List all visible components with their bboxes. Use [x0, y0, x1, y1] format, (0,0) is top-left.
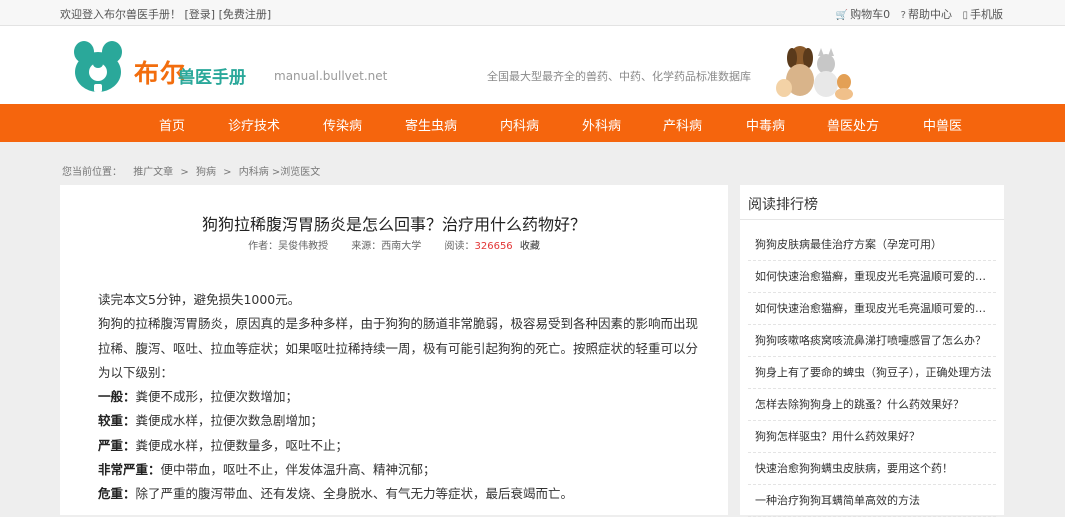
rank-item[interactable]: 一种治疗狗狗耳螨简单高效的方法	[748, 485, 996, 517]
article-source: 来源：西南大学	[351, 241, 422, 252]
nav-obstetric[interactable]: 产科病	[663, 115, 702, 134]
mobile-link[interactable]: ▯ 手机版	[962, 8, 1003, 21]
severity-name: 一般：	[98, 389, 136, 405]
mobile-icon: ▯	[962, 10, 968, 21]
severity-level: 一般：粪便不成形，拉便次数增加；	[98, 385, 698, 409]
rank-item[interactable]: 怎样去除狗狗身上的跳蚤？什么药效果好？	[748, 389, 996, 421]
help-icon: ?	[900, 10, 906, 21]
article-body: 读完本文5分钟，避免损失1000元。 狗狗的拉稀腹泻胃肠炎，原因真的是多种多样，…	[98, 288, 698, 507]
rank-item[interactable]: 狗身上有了要命的蜱虫（狗豆子），正确处理方法	[748, 357, 996, 389]
breadcrumb-current: >浏览医文	[271, 167, 321, 178]
article-paragraph: 狗狗的拉稀腹泻胃肠炎，原因真的是多种多样，由于狗狗的肠道非常脆弱，极容易受到各种…	[98, 316, 699, 380]
help-link[interactable]: ? 帮助中心	[901, 8, 952, 21]
welcome-text: 欢迎登入布尔兽医手册！	[60, 8, 181, 21]
rank-title: 阅读排行榜	[748, 197, 818, 213]
nav-infectious[interactable]: 传染病	[323, 115, 362, 134]
rank-list: 狗狗皮肤病最佳治疗方案（孕宠可用） 如何快速治愈猫癣，重现皮光毛亮温顺可爱的猫咪…	[748, 229, 996, 517]
breadcrumb-label: 您当前位置：	[62, 167, 122, 178]
breadcrumb-separator: >	[180, 167, 189, 178]
breadcrumb: 您当前位置： 推广文章 > 狗病 > 内科病 >浏览医文	[62, 163, 320, 178]
severity-desc: 粪便成水样，拉便次数急剧增加；	[135, 413, 324, 429]
login-link[interactable]: [登录]	[185, 8, 216, 21]
article-meta: 作者：吴俊伟教授 来源：西南大学 阅读：326656 收藏	[60, 237, 728, 252]
rank-item[interactable]: 如何快速治愈猫癣，重现皮光毛亮温顺可爱的猫咪	[748, 261, 996, 293]
nav-surgical[interactable]: 外科病	[582, 115, 621, 134]
article-views-label: 阅读：	[444, 241, 475, 252]
header-slogan: 全国最大型最齐全的兽药、中药、化学药品标准数据库	[487, 70, 751, 83]
nav-tcvm[interactable]: 中兽医	[923, 115, 962, 134]
severity-desc: 除了严重的腹泻带血、还有发烧、全身脱水、有气无力等症状，最后衰竭而亡。	[135, 486, 574, 502]
breadcrumb-separator: >	[223, 167, 232, 178]
breadcrumb-item[interactable]: 内科病	[239, 167, 269, 178]
logo-url: manual.bullvet.net	[274, 69, 388, 83]
rank-item[interactable]: 快速治愈狗狗螨虫皮肤病，要用这个药！	[748, 453, 996, 485]
rank-item[interactable]: 如何快速治愈猫癣，重现皮光毛亮温顺可爱的猫咪	[748, 293, 996, 325]
pets-illustration	[776, 46, 853, 100]
article-intro: 读完本文5分钟，避免损失1000元。	[98, 292, 301, 307]
rank-item[interactable]: 狗狗咳嗽咯痰窝咳流鼻涕打喷嚏感冒了怎么办？	[748, 325, 996, 357]
rank-item[interactable]: 狗狗怎样驱虫？用什么药效果好？	[748, 421, 996, 453]
rank-item[interactable]: 狗狗皮肤病最佳治疗方案（孕宠可用）	[748, 229, 996, 261]
help-label: 帮助中心	[907, 8, 952, 21]
top-bar: 欢迎登入布尔兽医手册！ [登录] [免费注册] 🛒 购物车0 ? 帮助中心 ▯ 手机版	[0, 0, 1065, 26]
register-link[interactable]: [免费注册]	[219, 8, 272, 21]
severity-desc: 粪便不成形，拉便次数增加；	[135, 389, 299, 405]
nav-parasitic[interactable]: 寄生虫病	[405, 115, 457, 134]
reading-rank-panel: 阅读排行榜 狗狗皮肤病最佳治疗方案（孕宠可用） 如何快速治愈猫癣，重现皮光毛亮温…	[740, 185, 1004, 517]
severity-level: 危重：除了严重的腹泻带血、还有发烧、全身脱水、有气无力等症状，最后衰竭而亡。	[98, 482, 698, 506]
severity-name: 危重：	[98, 486, 136, 502]
article-panel: 狗狗拉稀腹泻胃肠炎是怎么回事？治疗用什么药物好？ 作者：吴俊伟教授 来源：西南大…	[60, 185, 728, 515]
mobile-label: 手机版	[970, 8, 1003, 21]
nav-poisoning[interactable]: 中毒病	[746, 115, 785, 134]
nav-internal[interactable]: 内科病	[500, 115, 539, 134]
severity-name: 非常严重：	[98, 462, 161, 478]
top-links: 🛒 购物车0 ? 帮助中心 ▯ 手机版	[829, 6, 1003, 22]
nav-prescription[interactable]: 兽医处方	[827, 115, 879, 134]
logo-subtitle: 兽医手册	[178, 68, 246, 88]
severity-name: 严重：	[98, 437, 136, 453]
severity-level: 严重：粪便成水样，拉便数量多，呕吐不止；	[98, 434, 698, 458]
cart-icon: 🛒	[835, 10, 849, 21]
cart-link[interactable]: 🛒 购物车0	[836, 8, 890, 21]
nav-diagnosis[interactable]: 诊疗技术	[228, 115, 280, 134]
article-author: 作者：吴俊伟教授	[248, 241, 329, 252]
severity-level: 较重：粪便成水样，拉便次数急剧增加；	[98, 409, 698, 433]
severity-level: 非常严重：便中带血，呕吐不止，伴发体温升高、精神沉郁；	[98, 458, 698, 482]
severity-name: 较重：	[98, 413, 136, 429]
breadcrumb-item[interactable]: 狗病	[196, 167, 216, 178]
nav-home[interactable]: 首页	[159, 115, 185, 134]
site-header: 布尔 兽医手册 manual.bullvet.net 全国最大型最齐全的兽药、中…	[0, 26, 1065, 104]
welcome-area: 欢迎登入布尔兽医手册！ [登录] [免费注册]	[60, 6, 271, 22]
main-nav: 首页 诊疗技术 传染病 寄生虫病 内科病 外科病 产科病 中毒病 兽医处方 中兽…	[0, 104, 1065, 142]
rank-header: 阅读排行榜	[740, 185, 1004, 220]
article-views: 326656	[474, 241, 513, 252]
breadcrumb-item[interactable]: 推广文章	[133, 167, 173, 178]
favorite-button[interactable]: 收藏	[520, 241, 540, 252]
article-title: 狗狗拉稀腹泻胃肠炎是怎么回事？治疗用什么药物好？	[201, 215, 586, 234]
severity-desc: 粪便成水样，拉便数量多，呕吐不止；	[135, 437, 349, 453]
cart-label: 购物车0	[850, 8, 891, 21]
severity-desc: 便中带血，呕吐不止，伴发体温升高、精神沉郁；	[160, 462, 436, 478]
logo-icon[interactable]	[70, 40, 126, 94]
